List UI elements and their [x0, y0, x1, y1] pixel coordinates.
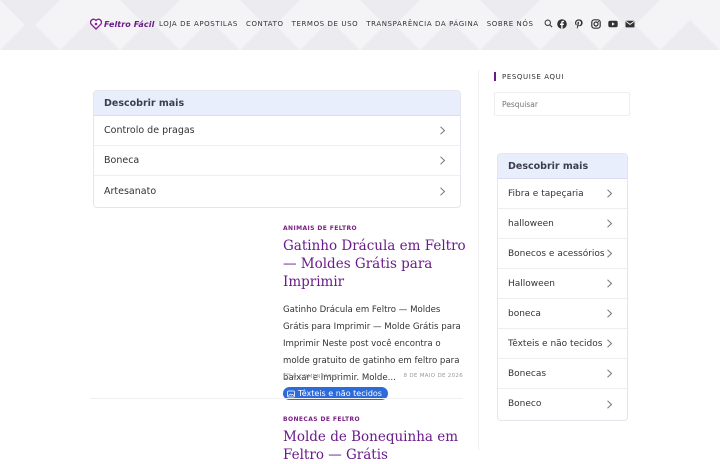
comment-icon [283, 373, 291, 380]
youtube-icon[interactable] [608, 19, 618, 29]
sidebar-search-heading: PESQUISE AQUI [494, 72, 564, 81]
sidebar-discover-item[interactable]: boneca [498, 299, 627, 329]
post-excerpt: Gatinho Drácula em Feltro — Moldes Gráti… [283, 302, 467, 406]
nav-contato[interactable]: CONTATO [246, 20, 284, 28]
sidebar-discover-item[interactable]: Têxteis e não tecidos [498, 329, 627, 359]
discover-more-title: Descobrir mais [104, 97, 185, 109]
post-divider [90, 398, 463, 399]
discover-more-box: Descobrir mais Controlo de pragas Boneca… [93, 90, 461, 208]
post-comments[interactable]: 0 COMENTÁRIO [283, 373, 339, 380]
discover-item-label: Bonecas [508, 368, 547, 379]
image-icon [287, 390, 295, 397]
discover-item-label: boneca [508, 308, 541, 319]
sidebar-discover-item[interactable]: Fibra e tapeçaria [498, 179, 627, 209]
post-category[interactable]: BONECAS DE FELTRO [283, 416, 467, 423]
nav-termos-de-uso[interactable]: TERMOS DE USO [292, 20, 359, 28]
facebook-icon[interactable] [557, 19, 567, 29]
discover-item-controlo-de-pragas[interactable]: Controlo de pragas [94, 116, 460, 146]
site-header: Feltro Fácil LOJA DE APOSTILAS CONTATO T… [0, 0, 720, 50]
pinterest-icon[interactable] [574, 19, 584, 29]
discover-item-label: Artesanato [104, 185, 157, 197]
search-icon[interactable] [544, 19, 553, 28]
instagram-icon[interactable] [591, 19, 601, 29]
discover-item-label: Têxteis e não tecidos [508, 338, 603, 349]
sidebar-discover-item[interactable]: Bonecos e acessórios [498, 239, 627, 269]
heading-accent-bar [494, 72, 496, 81]
chevron-right-icon [607, 249, 613, 258]
chevron-right-icon [607, 399, 613, 409]
discover-item-label: Controlo de pragas [104, 125, 195, 136]
social-links [557, 19, 635, 29]
post-meta: 0 COMENTÁRIO 8 DE MAIO DE 2026 [283, 373, 463, 380]
discover-item-artesanato[interactable]: Artesanato [94, 176, 460, 206]
discover-item-boneca[interactable]: Boneca [94, 146, 460, 176]
discover-item-label: Boneco [508, 399, 542, 409]
sidebar-discover-item[interactable]: halloween [498, 209, 627, 239]
discover-more-header: Descobrir mais [94, 91, 460, 116]
post-title[interactable]: Gatinho Drácula em Feltro — Moldes Gráti… [283, 237, 467, 291]
sidebar-search-label: PESQUISE AQUI [502, 72, 565, 81]
nav-sobre-nos[interactable]: SOBRE NÓS [487, 20, 534, 28]
sidebar-discover-item[interactable]: Halloween [498, 269, 627, 299]
logo-text: Feltro Fácil [104, 19, 155, 29]
post-title[interactable]: Molde de Bonequinha em Feltro — Grátis [283, 428, 467, 464]
post-excerpt-text: Gatinho Drácula em Feltro — Moldes Gráti… [283, 305, 461, 383]
chevron-right-icon [607, 339, 613, 348]
discover-item-label: Halloween [508, 278, 555, 289]
nav-transparencia[interactable]: TRANSPARÊNCIA DA PÁGINA [366, 20, 478, 28]
heart-logo-icon [90, 18, 102, 30]
main-nav: LOJA DE APOSTILAS CONTATO TERMOS DE USO … [159, 19, 553, 28]
discover-more-title: Descobrir mais [508, 160, 589, 172]
chevron-right-icon [607, 309, 613, 318]
post-date: 8 DE MAIO DE 2026 [403, 373, 463, 379]
discover-more-header: Descobrir mais [498, 154, 627, 179]
post-category[interactable]: ANIMAIS DE FELTRO [283, 225, 467, 232]
sidebar-discover-item[interactable]: Bonecas [498, 359, 627, 389]
chevron-right-icon [607, 369, 613, 378]
chevron-right-icon [607, 189, 613, 198]
discover-item-label: Bonecos e acessórios [508, 248, 605, 259]
discover-item-label: Fibra e tapeçaria [508, 188, 584, 199]
sidebar-discover-box: Descobrir mais Fibra e tapeçaria hallowe… [497, 153, 628, 421]
email-icon[interactable] [625, 19, 635, 29]
sidebar-divider [478, 70, 479, 450]
chevron-right-icon [607, 219, 613, 228]
search-input[interactable] [494, 92, 630, 116]
chevron-right-icon [607, 279, 613, 288]
chevron-right-icon [440, 186, 446, 196]
sidebar-discover-item[interactable]: Boneco [498, 389, 627, 419]
discover-item-label: Boneca [104, 155, 140, 166]
post-comments-count: 0 COMENTÁRIO [293, 373, 339, 380]
chevron-right-icon [440, 126, 446, 135]
discover-item-label: halloween [508, 218, 554, 229]
nav-loja-de-apostilas[interactable]: LOJA DE APOSTILAS [159, 20, 238, 28]
chevron-right-icon [440, 156, 446, 165]
site-logo[interactable]: Feltro Fácil [90, 18, 154, 30]
post-card: BONECAS DE FELTRO Molde de Bonequinha em… [283, 416, 467, 464]
